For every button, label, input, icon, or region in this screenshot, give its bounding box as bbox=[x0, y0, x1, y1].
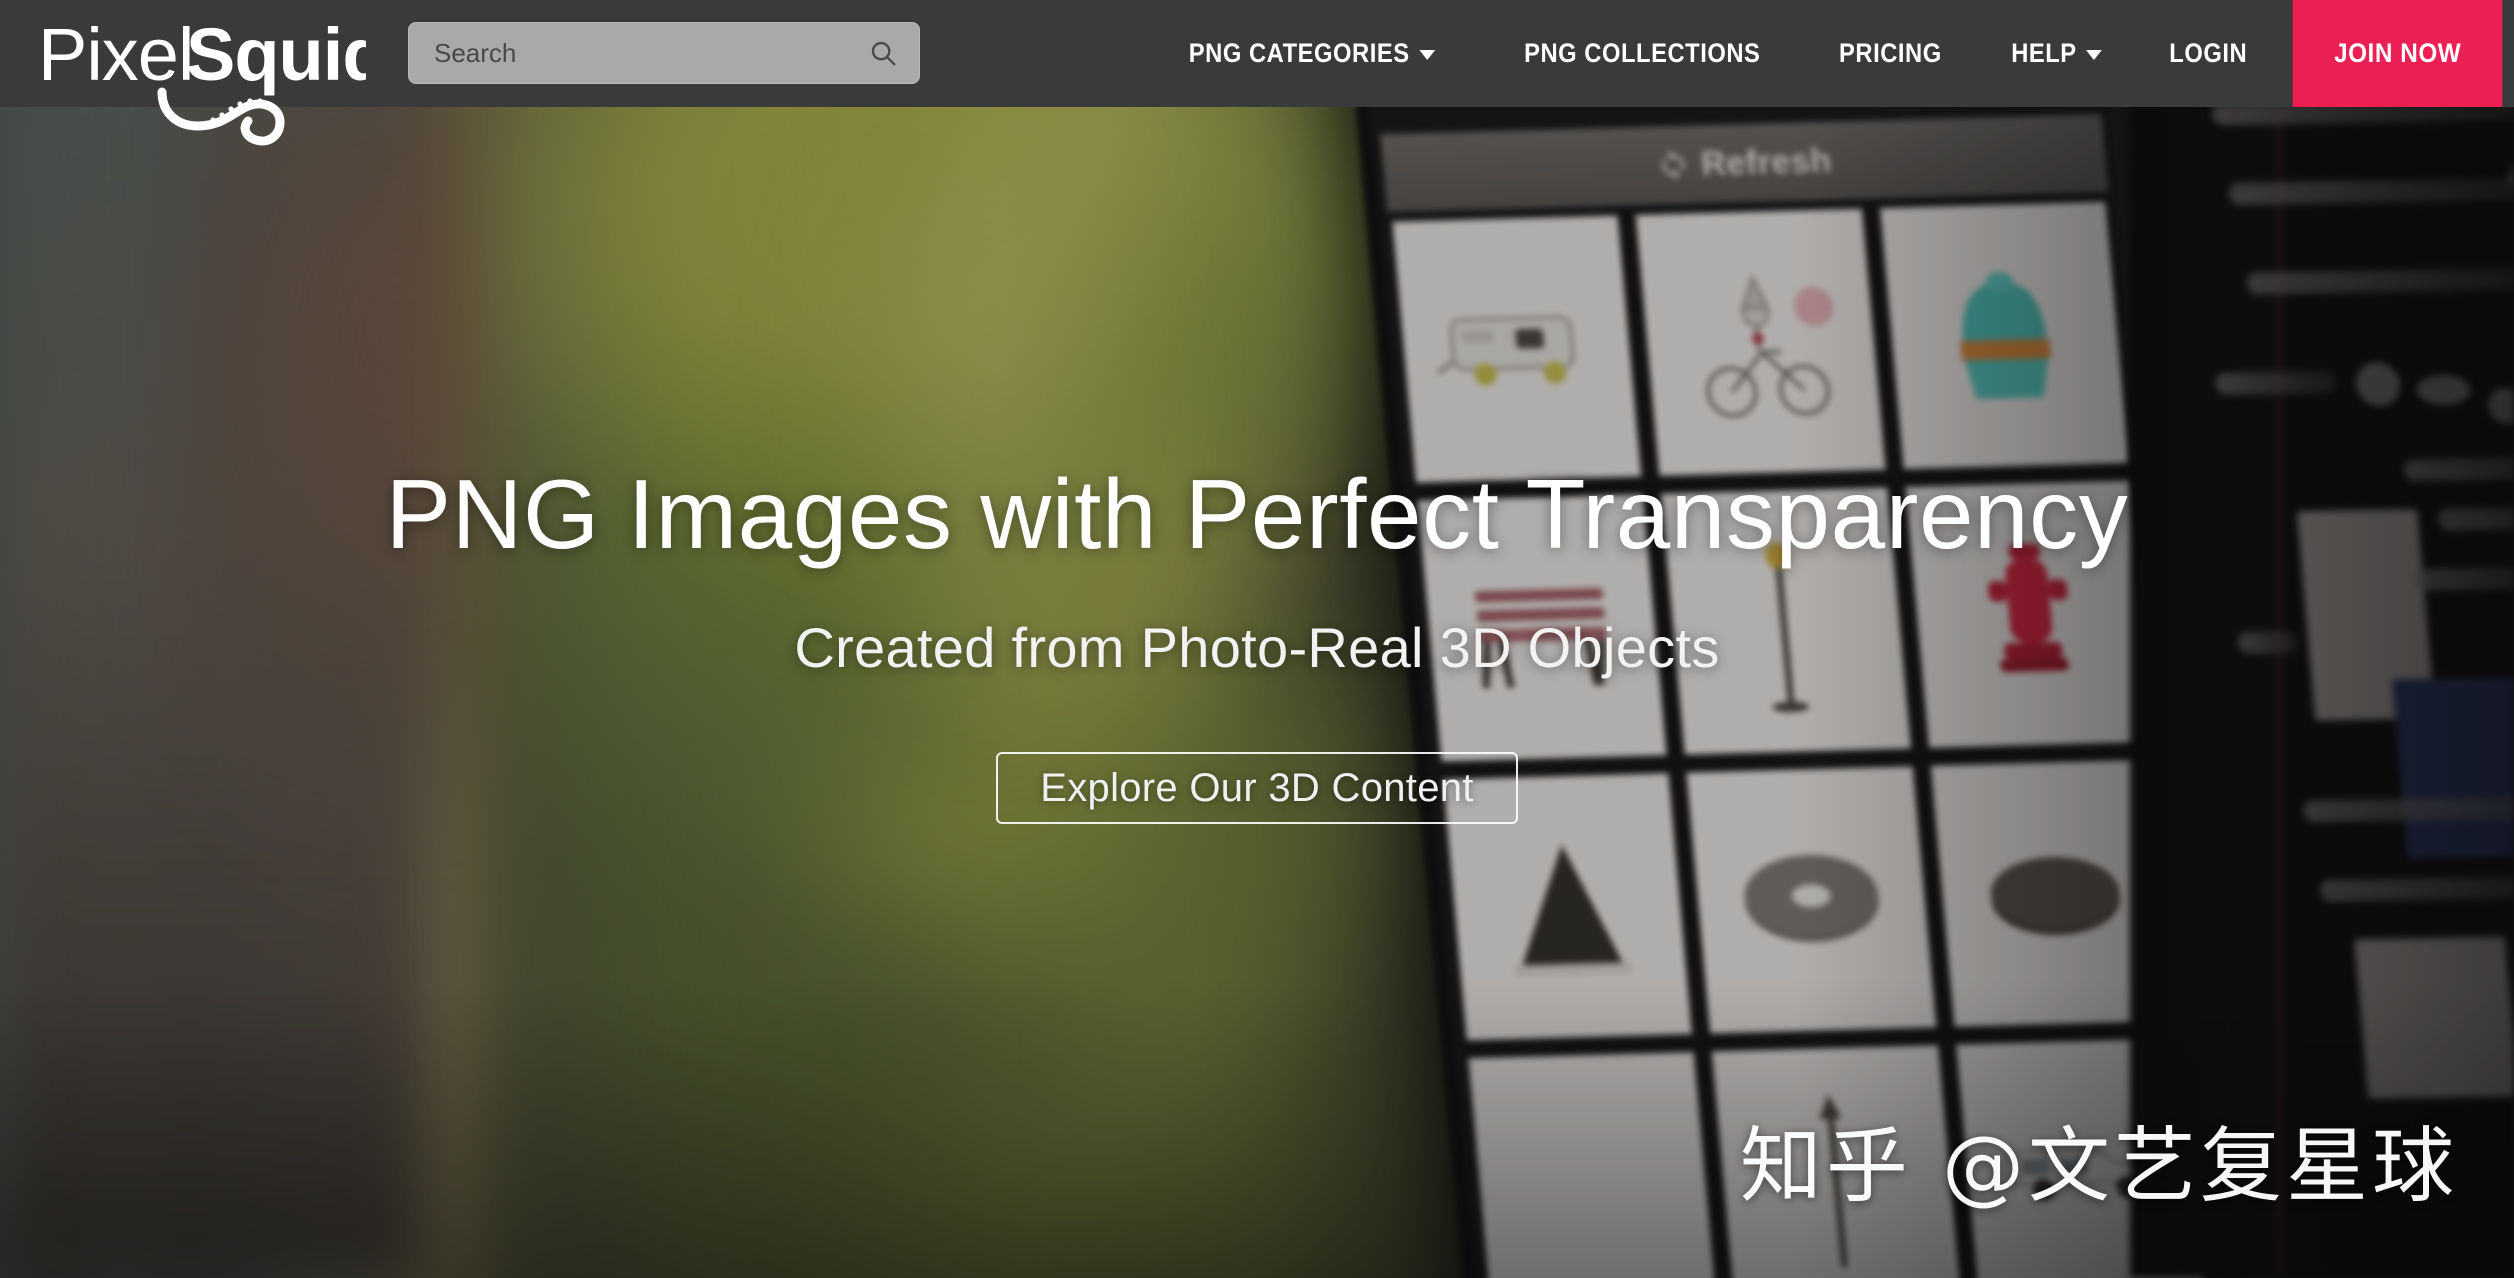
search-box[interactable] bbox=[408, 22, 920, 84]
nav-label: PNG COLLECTIONS bbox=[1523, 38, 1760, 68]
hero-background: Refresh bbox=[0, 0, 2514, 1278]
nav-item-login[interactable]: LOGIN bbox=[2145, 0, 2272, 107]
nav-item-png-collections[interactable]: PNG COLLECTIONS bbox=[1499, 0, 1785, 107]
nav-label: LOGIN bbox=[2169, 38, 2248, 68]
chevron-down-icon bbox=[1418, 50, 1435, 60]
svg-text:Pixel: Pixel bbox=[38, 13, 193, 96]
pixelsquid-logo[interactable]: Pixel Squid bbox=[36, 8, 366, 158]
explore-3d-content-button[interactable]: Explore Our 3D Content bbox=[996, 752, 1518, 824]
join-now-button[interactable]: JOIN NOW bbox=[2292, 0, 2503, 107]
nav-item-pricing[interactable]: PRICING bbox=[1814, 0, 1966, 107]
chevron-down-icon bbox=[2086, 50, 2102, 60]
join-now-label: JOIN NOW bbox=[2333, 38, 2461, 68]
zhihu-watermark: 知乎 @文艺复星球 bbox=[1739, 1119, 2458, 1214]
nav-label: PNG CATEGORIES bbox=[1188, 38, 1410, 68]
nav-label: PRICING bbox=[1839, 38, 1942, 68]
main-navigation: PNG CATEGORIES PNG COLLECTIONS PRICING H… bbox=[1144, 0, 2514, 107]
search-input[interactable] bbox=[434, 37, 868, 69]
search-icon[interactable] bbox=[868, 38, 898, 68]
hero-dark-overlay bbox=[0, 0, 2514, 1278]
site-header: PNG CATEGORIES PNG COLLECTIONS PRICING H… bbox=[0, 0, 2514, 107]
nav-item-png-categories[interactable]: PNG CATEGORIES bbox=[1164, 0, 1460, 107]
nav-label: HELP bbox=[2010, 38, 2077, 68]
nav-item-help[interactable]: HELP bbox=[1986, 0, 2126, 107]
svg-text:Squid: Squid bbox=[186, 13, 366, 96]
